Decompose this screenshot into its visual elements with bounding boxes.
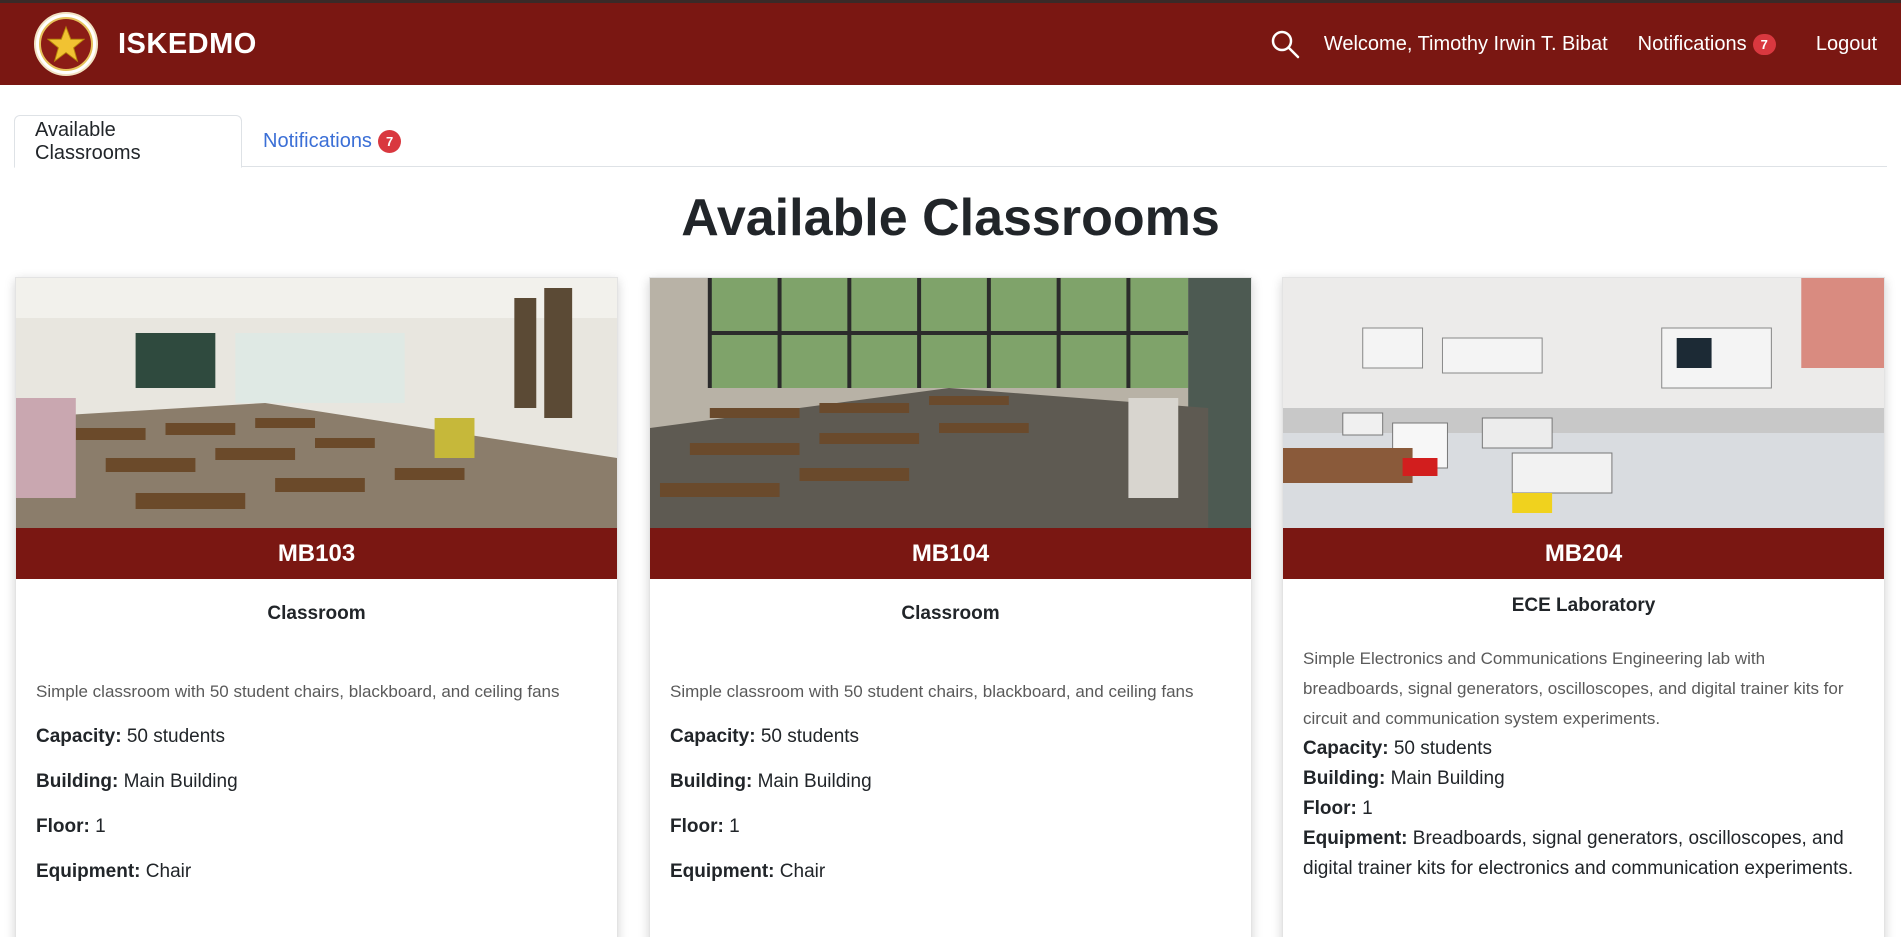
tab-available-classrooms[interactable]: Available Classrooms	[14, 115, 242, 168]
classroom-photo	[16, 278, 617, 528]
nav-notifications-label: Notifications	[1637, 32, 1747, 55]
room-details: ECE Laboratory Simple Electronics and Co…	[1283, 595, 1884, 884]
room-equipment: Equipment: Chair	[36, 861, 192, 882]
room-name: MB104	[650, 528, 1251, 579]
room-floor: Floor: 1	[670, 816, 740, 837]
welcome-text: Welcome, Timothy Irwin T. Bibat	[1323, 32, 1608, 55]
tab-notifications-badge: 7	[377, 130, 402, 153]
room-equipment: Equipment: Breadboards, signal generator…	[1303, 828, 1854, 879]
room-description: Simple classroom with 50 student chairs,…	[670, 682, 1194, 701]
room-description: Simple classroom with 50 student chairs,…	[36, 682, 560, 701]
tab-notifications-label: Notifications	[263, 130, 372, 152]
university-seal-logo	[34, 12, 98, 76]
logout-link[interactable]: Logout	[1816, 33, 1877, 56]
room-capacity: Capacity: 50 students	[1303, 738, 1493, 759]
classroom-photo	[650, 278, 1251, 528]
room-card[interactable]: MB204 ECE Laboratory Simple Electronics …	[1282, 277, 1885, 937]
room-building: Building: Main Building	[1303, 768, 1505, 789]
room-type: Classroom	[267, 603, 366, 624]
room-details: Classroom Simple classroom with 50 stude…	[16, 603, 617, 887]
room-type: ECE Laboratory	[1511, 595, 1656, 616]
room-equipment: Equipment: Chair	[670, 861, 826, 882]
search-icon[interactable]	[1270, 29, 1300, 59]
nav-right: Welcome, Timothy Irwin T. Bibat Notifica…	[1270, 3, 1877, 85]
page-title: Available Classrooms	[681, 189, 1220, 247]
top-navbar: ISKEDMO Welcome, Timothy Irwin T. Bibat …	[0, 0, 1901, 85]
tab-available-classrooms-label: Available Classrooms	[35, 118, 141, 164]
tab-bar: Available Classrooms Notifications 7	[14, 115, 1887, 168]
room-description: Simple Electronics and Communications En…	[1303, 649, 1844, 728]
room-name: MB204	[1283, 528, 1884, 579]
room-name: MB103	[16, 528, 617, 579]
room-floor: Floor: 1	[36, 816, 106, 837]
room-building: Building: Main Building	[670, 771, 872, 792]
laboratory-photo	[1283, 278, 1884, 528]
room-card[interactable]: MB103 Classroom Simple classroom with 50…	[15, 277, 618, 937]
room-card[interactable]: MB104 Classroom Simple classroom with 50…	[649, 277, 1252, 937]
app-name: ISKEDMO	[118, 27, 257, 60]
brand-link[interactable]: ISKEDMO	[34, 12, 257, 76]
tab-notifications[interactable]: Notifications 7	[243, 115, 421, 168]
room-building: Building: Main Building	[36, 771, 238, 792]
room-capacity: Capacity: 50 students	[670, 726, 860, 747]
room-type: Classroom	[901, 603, 1000, 624]
nav-notifications-badge: 7	[1752, 33, 1776, 55]
nav-notifications-link[interactable]: Notifications 7	[1638, 33, 1776, 56]
star-icon	[47, 25, 85, 63]
room-details: Classroom Simple classroom with 50 stude…	[650, 603, 1251, 887]
room-capacity: Capacity: 50 students	[36, 726, 226, 747]
room-floor: Floor: 1	[1303, 798, 1373, 819]
